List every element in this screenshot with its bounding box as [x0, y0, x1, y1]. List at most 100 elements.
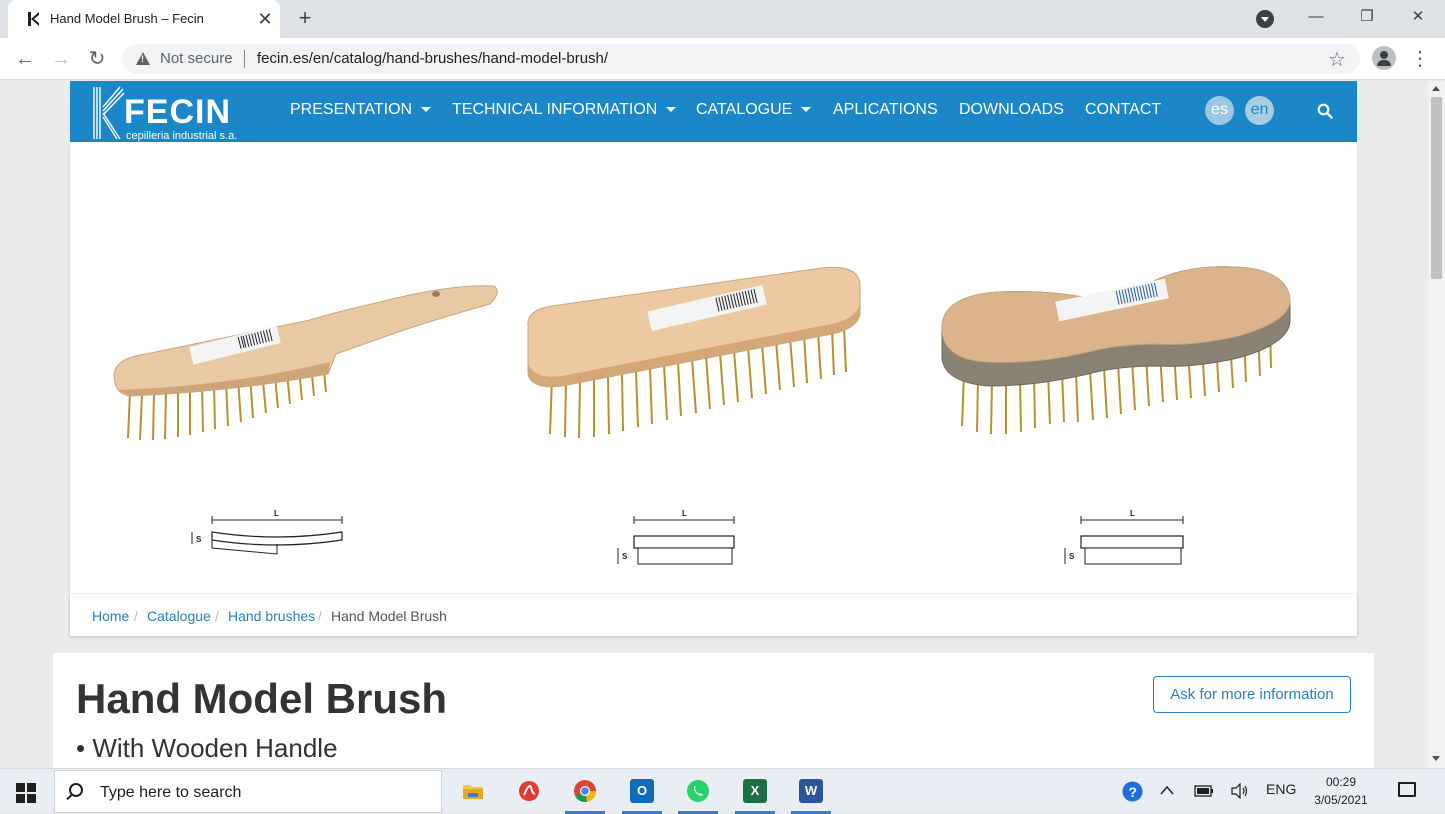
scroll-down-arrow-icon[interactable]	[1432, 756, 1440, 761]
breadcrumb-hand-brushes[interactable]: Hand brushes	[228, 608, 315, 624]
bookmark-star-icon[interactable]: ☆	[1328, 47, 1346, 72]
scroll-up-arrow-icon[interactable]	[1432, 86, 1440, 91]
clock-date: 3/05/2021	[1314, 793, 1368, 807]
taskbar-search-input[interactable]: Type here to search	[54, 770, 442, 813]
nav-contact[interactable]: CONTACT	[1085, 101, 1161, 119]
taskbar-acrobat[interactable]	[503, 769, 555, 814]
brush-shaped-image	[941, 266, 1291, 435]
reload-button[interactable]: ↻	[84, 46, 110, 72]
taskbar-search-placeholder: Type here to search	[100, 784, 242, 801]
nav-label: PRESENTATION	[290, 101, 413, 118]
system-clock[interactable]: 00:29 3/05/2021	[1306, 773, 1376, 809]
battery-icon[interactable]	[1194, 784, 1214, 798]
breadcrumb-current: Hand Model Brush	[331, 608, 447, 624]
browser-menu-icon[interactable]: ⋮	[1410, 46, 1430, 72]
taskbar-chrome[interactable]	[559, 769, 611, 814]
browser-tab-active[interactable]: Hand Model Brush – Fecin ✕	[8, 0, 280, 38]
warning-icon	[136, 52, 150, 65]
product-feature: • With Wooden Handle	[76, 733, 338, 763]
input-language[interactable]: ENG	[1266, 781, 1296, 797]
breadcrumb: Home / Catalogue / Hand brushes / Hand M…	[70, 593, 1357, 636]
window-restore-button[interactable]: ❐	[1344, 0, 1390, 34]
profile-avatar-icon[interactable]	[1372, 46, 1396, 70]
site-header: FECIN cepilleria industrial s.a. PRESENT…	[70, 81, 1357, 142]
caret-down-icon	[421, 107, 432, 113]
nav-presentation[interactable]: PRESENTATION	[290, 101, 432, 119]
dimension-diagram-flat-2: L S	[1064, 509, 1184, 565]
nav-label: CATALOGUE	[696, 101, 793, 118]
page-title: Hand Model Brush	[76, 675, 448, 722]
scrollbar-thumb[interactable]	[1431, 97, 1442, 279]
dimension-label-l: L	[682, 509, 687, 518]
forward-button[interactable]: →	[48, 46, 74, 72]
url-divider	[244, 50, 245, 68]
breadcrumb-catalogue[interactable]: Catalogue	[147, 608, 211, 624]
dimension-label-s: S	[1069, 552, 1075, 561]
fecin-favicon-icon	[28, 12, 39, 26]
taskbar-whatsapp[interactable]	[672, 769, 724, 814]
dimension-label-s: S	[622, 552, 628, 561]
tab-title: Hand Model Brush – Fecin	[50, 11, 204, 26]
search-icon	[69, 783, 83, 797]
svg-text:?: ?	[1129, 784, 1138, 800]
help-icon[interactable]: ?	[1122, 781, 1143, 802]
folder-icon	[463, 785, 483, 799]
caret-down-icon	[801, 107, 812, 113]
brand-name: FECIN	[124, 93, 231, 131]
tab-search-icon[interactable]	[1256, 10, 1274, 28]
taskbar-word[interactable]: W	[785, 769, 837, 814]
dimension-label-l: L	[1130, 509, 1135, 518]
language-en[interactable]: en	[1245, 96, 1274, 125]
brush-rectangular-image	[527, 266, 861, 439]
tab-close-icon[interactable]: ✕	[254, 8, 276, 30]
product-content: Hand Model Brush • With Wooden Handle As…	[53, 653, 1374, 768]
browser-tab-strip: Hand Model Brush – Fecin ✕ + — ❐ ✕	[0, 0, 1445, 38]
dimension-diagram-curved: L S	[191, 509, 343, 555]
nav-technical-information[interactable]: TECHNICAL INFORMATION	[452, 101, 677, 119]
page-viewport: FECIN cepilleria industrial s.a. PRESENT…	[0, 81, 1428, 768]
language-es[interactable]: es	[1205, 96, 1234, 125]
outlook-icon: O	[630, 779, 654, 803]
breadcrumb-separator: /	[134, 608, 138, 624]
word-icon: W	[799, 779, 823, 803]
browser-toolbar: ← → ↻ Not secure fecin.es/en/catalog/han…	[0, 38, 1445, 80]
taskbar-outlook[interactable]: O	[616, 769, 668, 814]
notification-center-icon[interactable]	[1398, 782, 1416, 797]
nav-catalogue[interactable]: CATALOGUE	[696, 101, 812, 119]
windows-taskbar: Type here to search O X W ? ENG 00:29 3/…	[0, 768, 1445, 814]
taskbar-file-explorer[interactable]	[447, 769, 499, 814]
nav-aplications[interactable]: APLICATIONS	[833, 101, 938, 119]
breadcrumb-home[interactable]: Home	[92, 608, 129, 624]
dimension-label-l: L	[274, 509, 279, 518]
back-button[interactable]: ←	[12, 46, 38, 72]
volume-icon[interactable]	[1230, 783, 1250, 799]
brand-tagline: cepilleria industrial s.a.	[126, 130, 238, 142]
nav-label: TECHNICAL INFORMATION	[452, 101, 658, 118]
security-label[interactable]: Not secure	[160, 50, 233, 67]
new-tab-button[interactable]: +	[292, 5, 318, 31]
page-scrollbar[interactable]	[1428, 81, 1445, 768]
dimension-diagram-flat: L S	[617, 509, 735, 565]
fecin-logo[interactable]: FECIN cepilleria industrial s.a.	[90, 83, 240, 142]
windows-start-icon[interactable]	[16, 783, 36, 803]
clock-time: 00:29	[1325, 775, 1357, 789]
search-icon[interactable]	[1317, 103, 1333, 119]
breadcrumb-separator: /	[215, 608, 219, 624]
acrobat-icon	[519, 781, 539, 801]
product-hero-image: L S L S L S	[70, 142, 1357, 635]
taskbar-excel[interactable]: X	[729, 769, 781, 814]
fecin-logo-mark-icon	[93, 86, 125, 140]
window-minimize-button[interactable]: —	[1293, 0, 1339, 34]
caret-down-icon	[666, 107, 677, 113]
dimension-label-s: S	[196, 535, 202, 544]
address-bar[interactable]: Not secure fecin.es/en/catalog/hand-brus…	[122, 44, 1360, 74]
nav-downloads[interactable]: DOWNLOADS	[959, 101, 1064, 119]
window-close-button[interactable]: ✕	[1395, 0, 1441, 34]
chrome-icon	[574, 780, 596, 802]
chevron-up-icon[interactable]	[1160, 785, 1174, 795]
breadcrumb-separator: /	[318, 608, 322, 624]
ask-info-button[interactable]: Ask for more information	[1153, 676, 1351, 713]
excel-icon: X	[743, 779, 767, 803]
url-text[interactable]: fecin.es/en/catalog/hand-brushes/hand-mo…	[257, 50, 608, 67]
brush-with-handle-image	[113, 285, 498, 441]
